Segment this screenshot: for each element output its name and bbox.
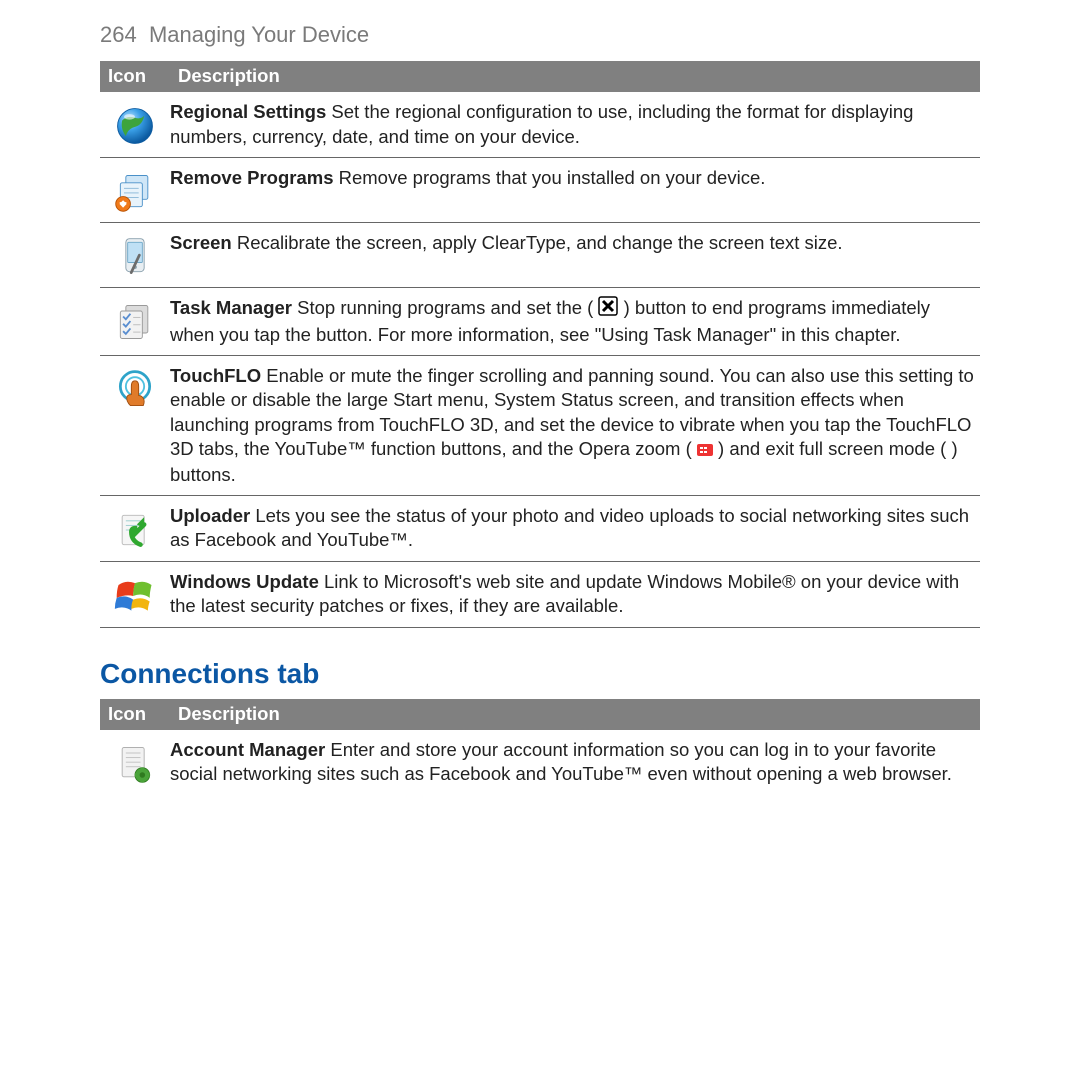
row-title: Task Manager [170,297,292,318]
row-description: Uploader Lets you see the status of your… [170,504,980,553]
task-manager-icon [100,296,170,347]
account-manager-icon [100,738,170,787]
row-description: Windows Update Link to Microsoft's web s… [170,570,980,619]
col-desc-header: Description [178,64,280,88]
row-title: Account Manager [170,739,325,760]
row-description: Screen Recalibrate the screen, apply Cle… [170,231,980,279]
remove-programs-icon [100,166,170,214]
table-row: Account Manager Enter and store your acc… [100,730,980,795]
row-text: Remove programs that you installed on yo… [333,167,765,188]
col-desc-header: Description [178,702,280,726]
row-description: Remove Programs Remove programs that you… [170,166,980,214]
screen-icon [100,231,170,279]
row-description: Task Manager Stop running programs and s… [170,296,980,347]
row-text: Recalibrate the screen, apply ClearType,… [232,232,843,253]
page-number: 264 [100,22,137,47]
close-x-icon [598,296,618,322]
table-header: Icon Description [100,699,980,730]
opera-zoom-icon [697,438,713,462]
row-title: Uploader [170,505,250,526]
row-text: Stop running programs and set the ( [292,297,598,318]
row-title: Regional Settings [170,101,326,122]
row-description: TouchFLO Enable or mute the finger scrol… [170,364,980,487]
row-title: Screen [170,232,232,253]
col-icon-header: Icon [108,64,178,88]
page-header: 264 Managing Your Device [100,20,980,49]
row-text: Lets you see the status of your photo an… [170,505,969,550]
table-row: Task Manager Stop running programs and s… [100,288,980,356]
col-icon-header: Icon [108,702,178,726]
table-row: Windows Update Link to Microsoft's web s… [100,562,980,628]
windows-update-icon [100,570,170,619]
table-row: Screen Recalibrate the screen, apply Cle… [100,223,980,288]
row-description: Regional Settings Set the regional confi… [170,100,980,149]
row-title: TouchFLO [170,365,261,386]
table-row: Remove Programs Remove programs that you… [100,158,980,223]
table-row: TouchFLO Enable or mute the finger scrol… [100,356,980,496]
uploader-icon [100,504,170,553]
touchflo-icon [100,364,170,487]
page-title: Managing Your Device [149,22,369,47]
table-row: Uploader Lets you see the status of your… [100,496,980,562]
globe-icon [100,100,170,149]
row-title: Remove Programs [170,167,333,188]
table-header: Icon Description [100,61,980,92]
table-row: Regional Settings Set the regional confi… [100,92,980,158]
row-description: Account Manager Enter and store your acc… [170,738,980,787]
row-title: Windows Update [170,571,319,592]
section-heading-connections: Connections tab [100,656,980,693]
